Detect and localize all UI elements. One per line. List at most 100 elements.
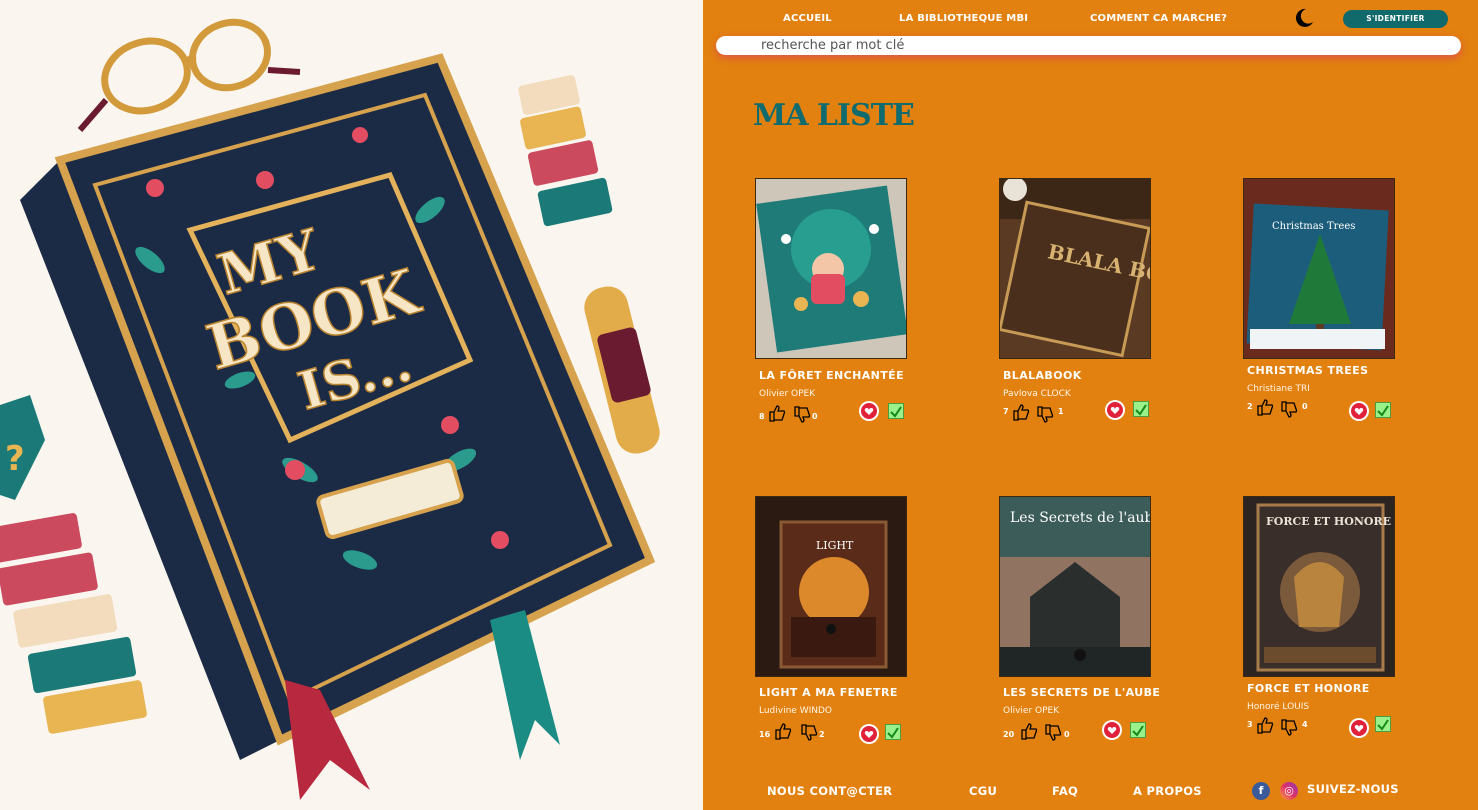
cover-text: LIGHT — [816, 539, 854, 552]
book-title[interactable]: LA FÔRET ENCHANTÉE — [759, 369, 904, 382]
main-panel: ACCUEIL LA BIBLIOTHEQUE MBI COMMENT CA M… — [703, 0, 1478, 810]
footer-contact-link[interactable]: NOUS CONT@CTER — [767, 784, 892, 798]
dislike-count: 0 — [1302, 402, 1308, 411]
check-icon — [1132, 725, 1144, 737]
dislike-count: 1 — [1058, 407, 1064, 416]
thumb-up-icon[interactable] — [774, 722, 792, 740]
check-icon — [887, 727, 899, 739]
favorite-button[interactable] — [1105, 400, 1125, 420]
favorite-button[interactable] — [859, 401, 879, 421]
vote-bar: 3 4 — [1247, 716, 1337, 736]
dislike-count: 4 — [1302, 720, 1308, 729]
thumb-up-icon[interactable] — [1012, 403, 1030, 421]
book-title[interactable]: FORCE ET HONORE — [1247, 682, 1370, 695]
check-icon — [1377, 719, 1389, 731]
book-cover[interactable]: FORCE ET HONORE — [1243, 496, 1395, 677]
heart-icon — [1104, 722, 1120, 738]
book-author: Honoré LOUIS — [1247, 702, 1310, 712]
moon-icon[interactable] — [1293, 7, 1315, 29]
search-input[interactable] — [716, 36, 1461, 55]
nav-home-link[interactable]: ACCUEIL — [783, 13, 832, 24]
thumb-down-icon[interactable] — [1044, 724, 1062, 742]
book-author: Christiane TRI — [1247, 384, 1310, 394]
read-checkbox[interactable] — [1375, 716, 1391, 732]
heart-icon — [1351, 720, 1367, 736]
dislike-count: 0 — [812, 412, 818, 421]
thumb-up-icon[interactable] — [768, 404, 786, 422]
cover-text: FORCE ET HONORE — [1266, 515, 1391, 528]
top-navigation: ACCUEIL LA BIBLIOTHEQUE MBI COMMENT CA M… — [703, 0, 1478, 36]
book-title[interactable]: BLALABOOK — [1003, 369, 1082, 382]
book-cover[interactable] — [755, 178, 907, 359]
check-icon — [1377, 405, 1389, 417]
book-title[interactable]: LES SECRETS DE L'AUBE — [1003, 686, 1160, 699]
thumb-down-icon[interactable] — [800, 724, 818, 742]
book-author: Olivier OPEK — [1003, 706, 1060, 716]
book-title[interactable]: CHRISTMAS TREES — [1247, 364, 1368, 377]
heart-icon — [861, 403, 877, 419]
footer-faq-link[interactable]: FAQ — [1052, 784, 1078, 798]
thumb-up-icon[interactable] — [1256, 716, 1274, 734]
book-card: LIGHT LIGHT A MA FENETRE Ludivine WINDO … — [755, 496, 930, 756]
book-cover[interactable]: LIGHT — [755, 496, 907, 677]
read-checkbox[interactable] — [1133, 401, 1149, 417]
like-count: 8 — [759, 412, 765, 421]
thumb-down-icon[interactable] — [1036, 406, 1054, 424]
footer-cgu-link[interactable]: CGU — [969, 784, 997, 798]
page-title: MA LISTE — [753, 98, 915, 133]
thumb-down-icon[interactable] — [1280, 401, 1298, 419]
heart-icon — [1107, 402, 1123, 418]
book-title[interactable]: LIGHT A MA FENETRE — [759, 686, 898, 699]
heart-icon — [1351, 403, 1367, 419]
vote-bar: 16 2 — [759, 722, 849, 742]
footer: NOUS CONT@CTER CGU FAQ A PROPOS f ◎ SUIV… — [703, 778, 1478, 810]
read-checkbox[interactable] — [1375, 402, 1391, 418]
nav-library-link[interactable]: LA BIBLIOTHEQUE MBI — [899, 13, 1028, 24]
book-author: Ludivine WINDO — [759, 706, 833, 716]
check-icon — [1135, 404, 1147, 416]
read-checkbox[interactable] — [1130, 722, 1146, 738]
vote-bar: 20 0 — [1003, 722, 1093, 742]
favorite-button[interactable] — [859, 724, 879, 744]
thumb-up-icon[interactable] — [1256, 398, 1274, 416]
check-icon — [890, 406, 902, 418]
nav-how-link[interactable]: COMMENT CA MARCHE? — [1090, 13, 1227, 24]
favorite-button[interactable] — [1349, 401, 1369, 421]
dislike-count: 2 — [819, 730, 825, 739]
book-cover[interactable]: Christmas Trees — [1243, 178, 1395, 359]
book-card: FORCE ET HONORE FORCE ET HONORE Honoré L… — [1243, 496, 1418, 756]
instagram-icon[interactable]: ◎ — [1280, 782, 1298, 800]
footer-follow-link[interactable]: SUIVEZ-NOUS — [1307, 782, 1399, 796]
favorite-button[interactable] — [1349, 718, 1369, 738]
book-author: Olivier OPEK — [759, 389, 816, 399]
thumb-down-icon[interactable] — [793, 406, 811, 424]
book-cover[interactable]: Les Secrets de l'aube — [999, 496, 1151, 677]
like-count: 7 — [1003, 407, 1009, 416]
like-count: 16 — [759, 730, 771, 739]
svg-text:?: ? — [5, 439, 25, 479]
book-card: BLALA BOOK BLALABOOK Pavlova CLOCK 7 1 — [999, 178, 1174, 438]
vote-bar: 8 0 — [759, 404, 849, 424]
read-checkbox[interactable] — [888, 403, 904, 419]
favorite-button[interactable] — [1102, 720, 1122, 740]
dislike-count: 0 — [1064, 730, 1070, 739]
thumb-up-icon[interactable] — [1020, 722, 1038, 740]
heart-icon — [861, 726, 877, 742]
read-checkbox[interactable] — [885, 724, 901, 740]
thumb-down-icon[interactable] — [1280, 719, 1298, 737]
book-card: Christmas Trees CHRISTMAS TREES Christia… — [1243, 178, 1418, 438]
like-count: 3 — [1247, 720, 1253, 729]
cover-text: Les Secrets de l'aube — [1010, 510, 1151, 526]
book-cover[interactable]: BLALA BOOK — [999, 178, 1151, 359]
book-card: LA FÔRET ENCHANTÉE Olivier OPEK 8 0 — [755, 178, 930, 438]
like-count: 20 — [1003, 730, 1015, 739]
login-button[interactable]: S'IDENTIFIER — [1343, 10, 1448, 28]
facebook-icon[interactable]: f — [1252, 782, 1270, 800]
footer-about-link[interactable]: A PROPOS — [1133, 784, 1202, 798]
book-author: Pavlova CLOCK — [1003, 389, 1071, 399]
vote-bar: 2 0 — [1247, 398, 1337, 418]
vote-bar: 7 1 — [1003, 403, 1093, 423]
cover-text: Christmas Trees — [1272, 221, 1355, 232]
book-card: Les Secrets de l'aube LES SECRETS DE L'A… — [999, 496, 1174, 756]
hero-illustration: ? MY BOOK IS... — [0, 0, 703, 810]
